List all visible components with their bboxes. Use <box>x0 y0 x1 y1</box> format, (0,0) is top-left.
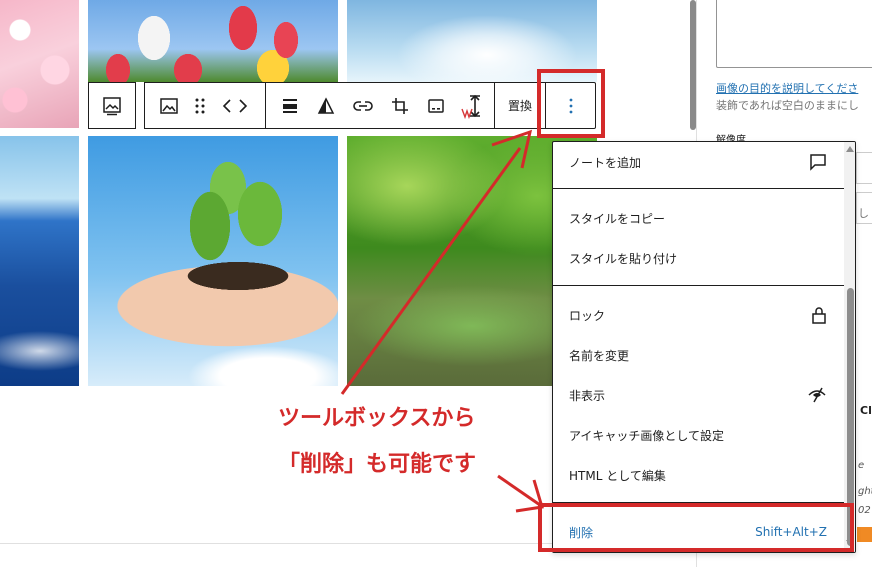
menu-item-label: スタイルをコピー <box>569 211 666 226</box>
annotation-callout-line-1: ツールボックスから <box>278 406 476 431</box>
menu-item-label: ロック <box>569 308 606 323</box>
replace-button-label: 置換 <box>507 99 532 113</box>
gallery-image-cherry-blossom[interactable] <box>0 0 79 128</box>
menu-item-label: HTML として編集 <box>569 468 666 483</box>
menu-item-paste-styles[interactable]: スタイルを貼り付け <box>553 240 843 276</box>
select-parent-gallery-button[interactable] <box>89 83 135 128</box>
toolbar-parent-group <box>88 82 136 129</box>
menu-item-label: スタイルを貼り付け <box>569 251 678 266</box>
duotone-button[interactable] <box>309 83 343 128</box>
menu-separator <box>553 188 845 189</box>
menu-item-rename[interactable]: 名前を変更 <box>553 337 843 373</box>
link-icon <box>353 100 373 111</box>
menu-item-label: アイキャッチ画像として設定 <box>569 428 725 443</box>
duotone-filter-icon <box>317 96 335 114</box>
menu-scroll-up-arrow-icon[interactable] <box>846 146 854 152</box>
resolution-select[interactable] <box>856 152 872 184</box>
hidden-eye-icon <box>808 387 826 403</box>
menu-separator <box>553 285 845 286</box>
gallery-icon <box>103 96 121 115</box>
caption-button[interactable] <box>419 83 453 128</box>
gallery-image-tulips[interactable] <box>88 0 338 82</box>
menu-item-copy-styles[interactable]: スタイルをコピー <box>553 200 843 236</box>
alt-text-textarea[interactable] <box>716 0 872 68</box>
gallery-image-sprout-in-hands[interactable] <box>88 136 338 386</box>
sidebar-text-fragment: 02 <box>858 505 871 516</box>
menu-item-add-note[interactable]: ノートを追加 <box>553 144 843 180</box>
menu-item-label: 非表示 <box>569 388 606 403</box>
alt-text-help-link[interactable]: 画像の目的を説明してくださ <box>716 80 858 96</box>
gallery-image-sea[interactable] <box>0 136 79 386</box>
menu-item-label: 名前を変更 <box>569 348 630 363</box>
annotation-highlight-options-button <box>537 69 605 138</box>
toolbar-separator <box>494 83 495 128</box>
sidebar-text-fragment: Cl <box>860 404 872 417</box>
toolbar-separator <box>265 83 266 128</box>
menu-item-edit-as-html[interactable]: HTML として編集 <box>553 457 843 493</box>
sidebar-text-fragment: e <box>858 460 865 471</box>
block-type-image-button[interactable] <box>151 83 187 128</box>
sidebar-text-fragment: し <box>858 207 869 220</box>
annotation-arrow-down <box>497 474 541 507</box>
align-full-icon <box>283 98 297 113</box>
block-toolbar: 置換 <box>144 82 596 129</box>
block-options-menu: ノートを追加 スタイルをコピー スタイルを貼り付け ロック 名前を変更 非表示 … <box>552 141 856 553</box>
text-over-image-button[interactable] <box>455 83 491 128</box>
annotation-highlight-delete <box>538 503 854 552</box>
lock-icon <box>812 307 826 324</box>
text-over-image-icon <box>461 94 480 119</box>
alt-text-help-note: 装飾であれば空白のままにし <box>716 99 859 112</box>
menu-item-label: ノートを追加 <box>569 155 642 170</box>
sidebar-text-fragment: ght <box>858 486 872 497</box>
crop-icon <box>392 97 408 114</box>
caption-icon <box>428 98 444 113</box>
menu-item-lock[interactable]: ロック <box>553 297 843 333</box>
move-arrows-button[interactable] <box>217 83 253 128</box>
drag-handle[interactable] <box>187 83 213 128</box>
comment-icon <box>810 154 826 171</box>
link-button[interactable] <box>345 83 381 128</box>
move-left-right-icon <box>222 98 248 113</box>
annotation-callout-line-2: 「削除」も可能です <box>278 452 477 477</box>
menu-item-set-featured-image[interactable]: アイキャッチ画像として設定 <box>553 417 843 453</box>
sidebar-orange-badge <box>857 527 872 542</box>
align-button[interactable] <box>273 83 307 128</box>
crop-button[interactable] <box>383 83 417 128</box>
image-icon <box>160 97 178 114</box>
menu-item-hide[interactable]: 非表示 <box>553 377 843 413</box>
drag-handle-icon <box>195 98 205 113</box>
